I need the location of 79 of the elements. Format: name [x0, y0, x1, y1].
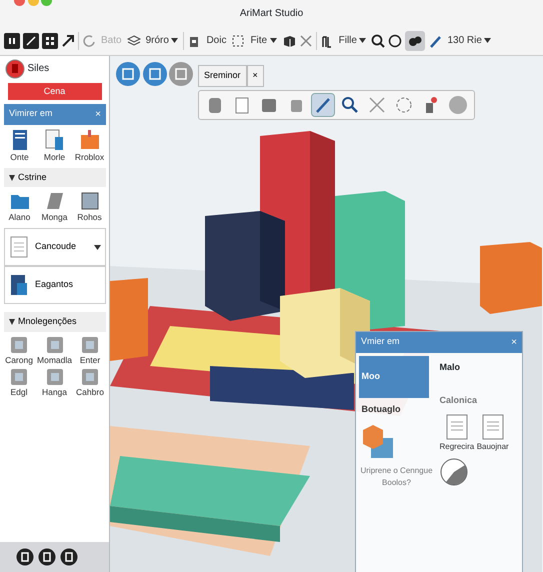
- close-button[interactable]: ×: [511, 335, 517, 350]
- option-tile[interactable]: Botuaglo: [358, 400, 428, 420]
- toolbar-button[interactable]: 130 Rie: [445, 33, 494, 48]
- close-button[interactable]: ×: [95, 107, 101, 122]
- caret-icon: [9, 174, 15, 180]
- asset-item[interactable]: Edgl: [3, 368, 36, 399]
- pie-icon: [440, 458, 468, 486]
- caret-icon: [94, 244, 101, 250]
- caret-icon: [484, 38, 492, 43]
- tile-icon: [10, 336, 28, 354]
- tile-icon: [80, 336, 99, 354]
- pen-icon[interactable]: [428, 34, 442, 48]
- action-button[interactable]: Cena: [8, 82, 102, 100]
- toolbar-button[interactable]: Fite: [248, 33, 279, 48]
- page-icon: [9, 235, 29, 259]
- section-header[interactable]: Mnolegenções: [4, 312, 106, 332]
- pencil-tool[interactable]: [312, 94, 334, 116]
- record-icon: [5, 58, 25, 78]
- zoom-icon[interactable]: [371, 34, 386, 48]
- panel-title: Vimirer em: [9, 107, 52, 120]
- block-drawing: [480, 242, 542, 314]
- user-name: Siles: [28, 62, 50, 76]
- asset-item[interactable]: Hanga: [37, 368, 72, 399]
- pause-icon[interactable]: [4, 32, 20, 48]
- cycle-icon: [394, 95, 414, 115]
- tile-icon: [80, 368, 99, 386]
- columns-icon[interactable]: [320, 34, 334, 48]
- search-icon: [340, 95, 360, 115]
- dialog-caption: Uriprene o Cenngue Boolos?: [359, 464, 434, 488]
- layers-icon[interactable]: [126, 34, 141, 48]
- tag-icon: [44, 191, 64, 212]
- percent-icon[interactable]: [23, 32, 39, 48]
- asset-item[interactable]: Rroblox: [73, 129, 106, 164]
- section-title: Malo: [440, 360, 462, 374]
- undo-icon[interactable]: [82, 34, 96, 48]
- asset-item[interactable]: Rohos: [73, 191, 106, 224]
- asset-item[interactable]: Carong: [3, 336, 36, 366]
- dropdown-row[interactable]: Eagantos: [4, 266, 106, 304]
- cube-icon[interactable]: [282, 34, 296, 48]
- dialog-title: Vmier em: [361, 335, 400, 348]
- selection-icon[interactable]: [231, 34, 246, 48]
- toolbar-button[interactable]: Doic: [204, 33, 228, 48]
- caret-icon: [270, 38, 277, 43]
- frame-icon: [80, 191, 100, 212]
- window-title: AriMart Studio: [240, 6, 304, 20]
- close-button[interactable]: ×: [246, 65, 264, 86]
- grid-icon[interactable]: [42, 32, 58, 48]
- clipboard-icon: [80, 129, 100, 151]
- caret-icon: [9, 318, 15, 325]
- asset-item[interactable]: Morle: [38, 129, 71, 164]
- arrow-icon[interactable]: [61, 34, 75, 48]
- dropdown-label: Eagantos: [35, 278, 74, 292]
- section-header[interactable]: Cstrine: [4, 168, 106, 188]
- toolbar-button[interactable]: 9róro: [144, 33, 180, 48]
- pages-icon: [44, 129, 64, 151]
- tile-icon: [46, 368, 64, 386]
- toolbar-button[interactable]: Fille: [336, 33, 368, 48]
- option-tile[interactable]: Moo: [358, 356, 428, 398]
- document-icon: [444, 412, 469, 440]
- document-item[interactable]: Regrecira: [440, 412, 474, 452]
- asset-item[interactable]: Monga: [38, 191, 71, 224]
- document-icon: [480, 412, 505, 440]
- asset-item[interactable]: Cahbro: [74, 368, 106, 399]
- tile-icon: [46, 336, 64, 354]
- document-item[interactable]: Bauojnar: [476, 412, 509, 452]
- caret-icon: [171, 38, 178, 43]
- tile-icon: [10, 368, 28, 386]
- caret-icon: [359, 38, 366, 43]
- window-icon[interactable]: [142, 62, 166, 86]
- asset-item[interactable]: Onte: [3, 129, 36, 164]
- asset-item[interactable]: Enter: [74, 336, 106, 366]
- asset-item[interactable]: Alano: [3, 191, 36, 224]
- section-title: Calonica: [440, 394, 478, 407]
- viewport-tab[interactable]: Sreminor: [198, 65, 247, 86]
- dropdown-label: Cancoude: [35, 240, 78, 254]
- close-icon: [367, 95, 387, 115]
- file-icon: [9, 273, 29, 297]
- dropdown-row[interactable]: Cancoude: [4, 228, 106, 266]
- asset-item[interactable]: Momadla: [37, 336, 72, 366]
